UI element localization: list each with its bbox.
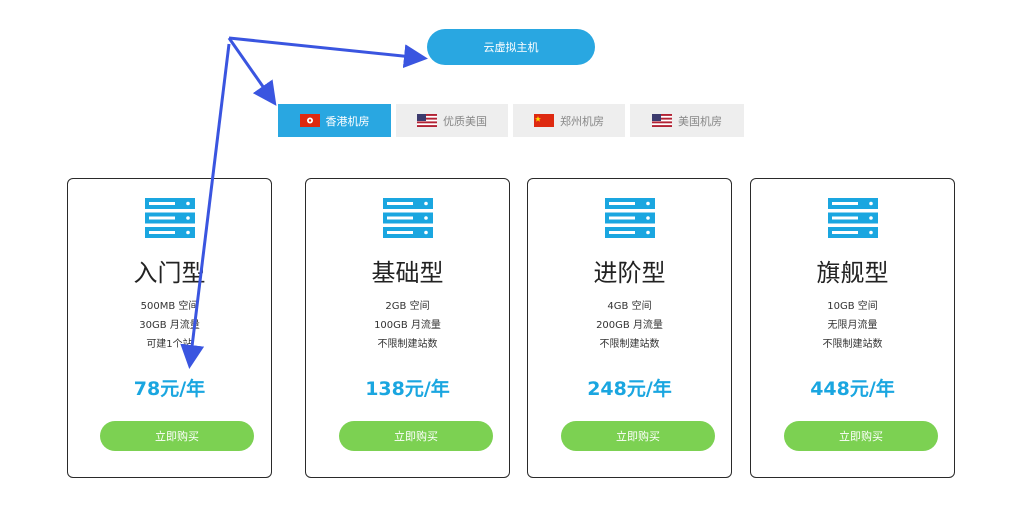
plan-feature: 200GB 月流量 [596,320,663,331]
plan-price: 78元/年 [133,378,206,400]
tab-label: 郑州机房 [560,114,604,128]
tab-us-datacenter[interactable]: 美国机房 [630,104,744,137]
tab-zhengzhou[interactable]: 郑州机房 [513,104,625,137]
buy-now-button[interactable]: 立即购买 [784,421,938,451]
cn-flag-icon [534,114,554,127]
datacenter-tabs: 香港机房 优质美国 郑州机房 美国机房 [278,104,749,137]
plan-title: 进阶型 [593,259,666,287]
tab-label: 优质美国 [443,114,487,128]
cloud-hosting-button[interactable]: 云虚拟主机 [427,29,595,65]
plan-title: 基础型 [371,259,444,287]
server-icon [604,198,655,238]
arrow-to-cloud-hosting [228,36,428,69]
plan-card-advanced: 进阶型 4GB 空间 200GB 月流量 不限制建站数 248元/年 立即购买 [527,178,732,478]
plan-feature: 不限制建站数 [822,339,883,350]
plan-card-basic: 基础型 2GB 空间 100GB 月流量 不限制建站数 138元/年 立即购买 [305,178,510,478]
plan-title: 旗舰型 [816,259,889,287]
plan-feature: 无限月流量 [827,320,878,331]
plan-feature: 可建1个站 [146,339,193,350]
tab-label: 美国机房 [678,114,722,128]
buy-now-button[interactable]: 立即购买 [339,421,493,451]
plan-feature: 不限制建站数 [377,339,438,350]
server-icon [382,198,433,238]
server-icon [827,198,878,238]
plan-card-flagship: 旗舰型 10GB 空间 无限月流量 不限制建站数 448元/年 立即购买 [750,178,955,478]
plan-title: 入门型 [133,259,206,287]
plan-feature: 2GB 空间 [385,301,430,312]
plan-feature: 10GB 空间 [827,301,878,312]
plan-feature: 4GB 空间 [607,301,652,312]
plan-feature: 500MB 空间 [140,301,199,312]
arrow-to-hongkong-tab [227,37,277,106]
buy-now-button[interactable]: 立即购买 [100,421,254,451]
hk-flag-icon [299,114,320,127]
plan-feature: 100GB 月流量 [374,320,441,331]
plan-price: 248元/年 [587,378,672,400]
us-flag-icon [417,114,437,127]
us-flag-icon [652,114,672,127]
plan-price: 448元/年 [810,378,895,400]
tab-label: 香港机房 [325,114,370,128]
plan-feature: 不限制建站数 [599,339,660,350]
buy-now-button[interactable]: 立即购买 [561,421,715,451]
server-icon [144,198,195,238]
plan-card-entry: 入门型 500MB 空间 30GB 月流量 可建1个站 78元/年 立即购买 [67,178,272,478]
plan-feature: 30GB 月流量 [139,320,200,331]
tab-hongkong[interactable]: 香港机房 [278,104,391,137]
plan-price: 138元/年 [365,378,450,400]
tab-us-premium[interactable]: 优质美国 [396,104,508,137]
